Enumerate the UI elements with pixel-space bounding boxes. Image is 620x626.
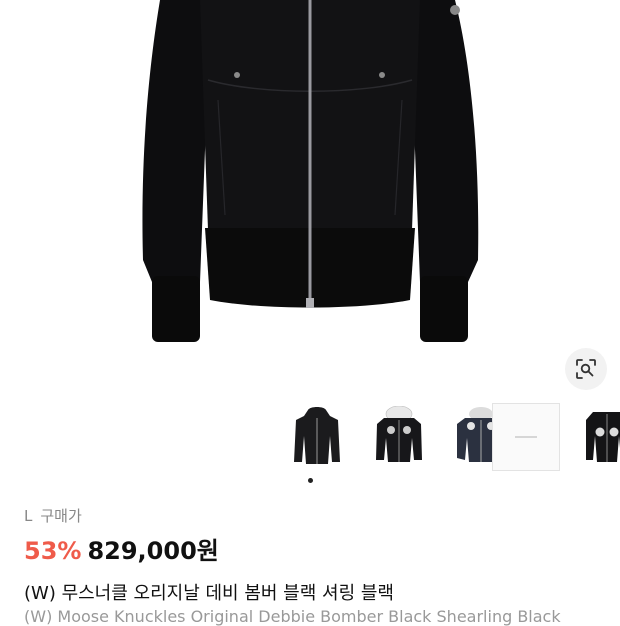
product-main-image[interactable] [0, 0, 620, 395]
gallery-active-indicator [308, 478, 313, 483]
card-placeholder-mark [515, 436, 537, 438]
thumb-hooded-jacket[interactable] [284, 403, 350, 471]
fur-bomber-2-image [586, 412, 620, 462]
price-row: 53% 829,000원 [24, 531, 219, 566]
image-search-button[interactable] [565, 348, 607, 390]
size-purchase-row: L 구매가 [24, 505, 82, 526]
thumb-fur-bomber[interactable] [366, 403, 432, 471]
purchase-price-label: 구매가 [40, 507, 82, 525]
discount-rate: 53% [24, 537, 82, 565]
product-title-korean: (W) 무스너클 오리지날 데비 봄버 블랙 셔링 블랙 [24, 583, 394, 604]
thumb-blank-card[interactable] [492, 403, 560, 471]
image-search-icon [576, 359, 596, 379]
size-label: L [24, 507, 33, 525]
fur-bomber-image [376, 406, 422, 462]
hooded-jacket-image [294, 407, 340, 464]
price-value: 829,000원 [87, 537, 219, 565]
jacket-illustration [142, 0, 479, 342]
product-title-english: (W) Moose Knuckles Original Debbie Bombe… [24, 607, 561, 626]
thumb-fur-bomber-2[interactable] [574, 403, 620, 471]
